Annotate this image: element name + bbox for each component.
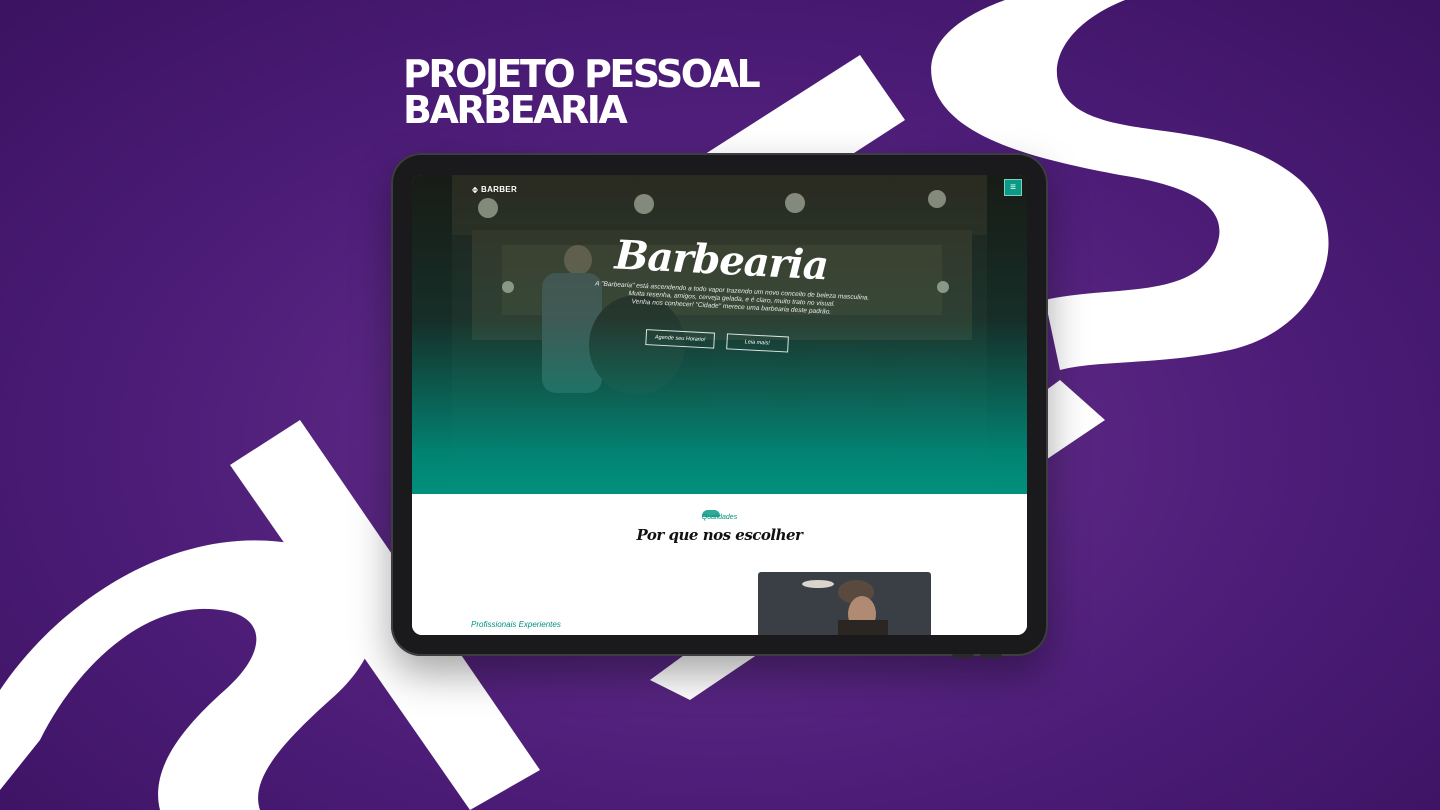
barber-portrait-photo — [758, 572, 931, 635]
hero-buttons: Agende seu Horario! Leia mais! — [412, 317, 1025, 365]
hero-content: Barbearia A "Barbearia" está ascendendo … — [412, 175, 1027, 494]
qualities-section: Qualidades Por que nos escolher Profissi… — [412, 494, 1027, 635]
qualities-eyebrow: Qualidades — [701, 514, 738, 521]
headline-line-1: PROJETO PESSOAL — [403, 52, 761, 96]
headline-line-2: BARBEARIA — [403, 88, 628, 132]
tablet-side-button — [980, 654, 1002, 658]
tablet-side-button — [952, 654, 974, 658]
hero-section: BARBER ≡ Barbearia A "Barbearia" está as… — [412, 175, 1027, 494]
tablet-screen: BARBER ≡ Barbearia A "Barbearia" está as… — [412, 175, 1027, 635]
project-headline: PROJETO PESSOAL BARBEARIA — [403, 52, 761, 132]
schedule-button[interactable]: Agende seu Horario! — [645, 329, 715, 349]
quality-item-title: Profissionais Experientes — [471, 620, 561, 629]
qualities-title: Por que nos escolher — [636, 526, 803, 544]
tablet-mockup: BARBER ≡ Barbearia A "Barbearia" está as… — [391, 153, 1048, 656]
read-more-button[interactable]: Leia mais! — [725, 333, 789, 353]
